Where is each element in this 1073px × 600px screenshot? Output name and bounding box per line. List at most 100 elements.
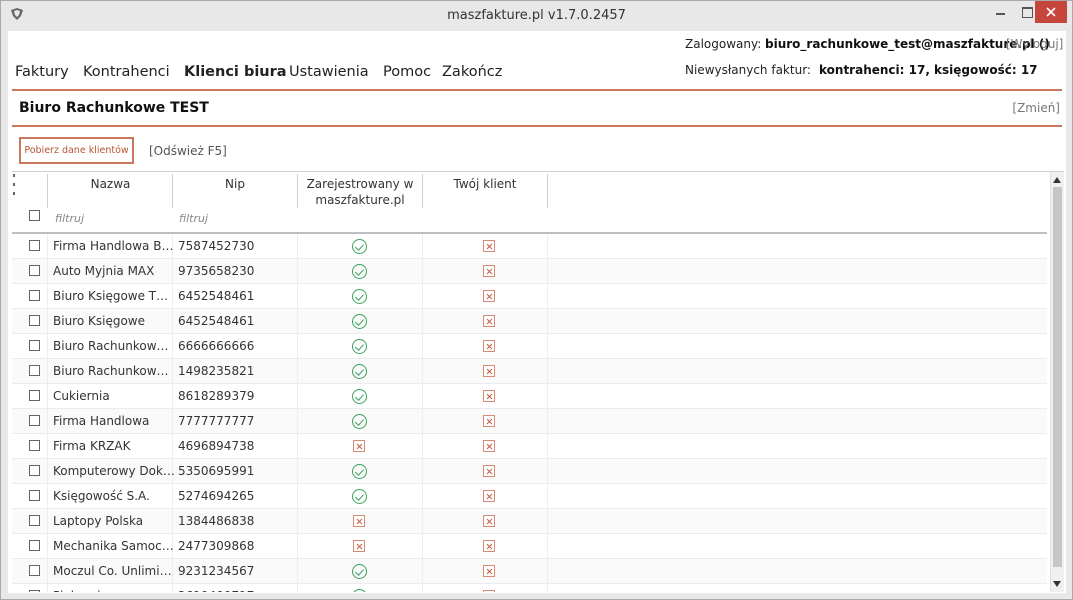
row-checkbox[interactable] bbox=[29, 265, 40, 276]
menu-item-faktury[interactable]: Faktury bbox=[15, 64, 69, 80]
row-checkbox[interactable] bbox=[29, 315, 40, 326]
table-row[interactable]: Biuro Księgowe TEST 6452548461 bbox=[12, 284, 1047, 309]
cell-separator bbox=[47, 284, 48, 309]
column-separator[interactable] bbox=[547, 174, 548, 208]
scroll-thumb[interactable] bbox=[1053, 187, 1062, 567]
cell-nip: 6452548461 bbox=[178, 314, 255, 328]
cell-separator bbox=[547, 434, 548, 459]
cell-name: Biuro Księgowe bbox=[53, 314, 145, 328]
row-checkbox[interactable] bbox=[29, 490, 40, 501]
minimize-button[interactable] bbox=[985, 1, 1015, 23]
cell-name: Auto Myjnia MAX bbox=[53, 264, 155, 278]
cell-separator bbox=[297, 584, 298, 592]
row-checkbox[interactable] bbox=[29, 390, 40, 401]
row-checkbox[interactable] bbox=[29, 340, 40, 351]
cell-name: Księgowość S.A. bbox=[53, 489, 150, 503]
column-header-name[interactable]: Nazwa bbox=[48, 176, 173, 192]
menu-item-zakoncz[interactable]: Zakończ bbox=[442, 64, 502, 80]
cell-registered bbox=[352, 539, 368, 555]
cell-nip: 9735658230 bbox=[178, 264, 255, 278]
table-row[interactable]: Biuro Rachunkowe… 6666666666 bbox=[12, 334, 1047, 359]
table-row[interactable]: Komputerowy Doktor 5350695991 bbox=[12, 459, 1047, 484]
cell-separator bbox=[297, 234, 298, 259]
cross-box-icon bbox=[353, 440, 365, 452]
menu-item-ustawienia[interactable]: Ustawienia bbox=[289, 64, 369, 80]
table-row[interactable]: Biuro Księgowe 6452548461 bbox=[12, 309, 1047, 334]
change-office-link[interactable]: [Zmień] bbox=[1012, 101, 1060, 115]
cell-separator bbox=[422, 284, 423, 309]
cell-separator bbox=[297, 509, 298, 534]
cell-separator bbox=[547, 259, 548, 284]
cell-registered bbox=[352, 564, 368, 580]
check-circle-icon bbox=[352, 314, 367, 329]
check-circle-icon bbox=[352, 464, 367, 479]
refresh-link[interactable]: [Odśwież F5] bbox=[149, 144, 227, 158]
row-checkbox[interactable] bbox=[29, 415, 40, 426]
table-row[interactable]: Cukiernia 8618289379 bbox=[12, 384, 1047, 409]
menu-item-kontrahenci[interactable]: Kontrahenci bbox=[83, 64, 170, 80]
menu-item-pomoc[interactable]: Pomoc bbox=[383, 64, 431, 80]
table-row[interactable]: Mechanika Samoch… 2477309868 bbox=[12, 534, 1047, 559]
column-header-own-client[interactable]: Twój klient bbox=[423, 176, 547, 192]
cell-separator bbox=[297, 359, 298, 384]
cell-separator bbox=[297, 459, 298, 484]
row-checkbox[interactable] bbox=[29, 440, 40, 451]
cell-nip: 7777777777 bbox=[178, 414, 255, 428]
row-checkbox[interactable] bbox=[29, 365, 40, 376]
table-row[interactable]: Firma Handlowa BE… 7587452730 bbox=[12, 234, 1047, 259]
check-circle-icon bbox=[352, 389, 367, 404]
cell-separator bbox=[547, 484, 548, 509]
cell-separator bbox=[547, 584, 548, 592]
cell-own-client bbox=[483, 515, 497, 529]
table-row[interactable]: Księgowość S.A. 5274694265 bbox=[12, 484, 1047, 509]
cell-separator bbox=[47, 584, 48, 592]
filter-nip-input[interactable]: filtruj bbox=[179, 212, 208, 225]
table-row[interactable]: Firma Handlowa 7777777777 bbox=[12, 409, 1047, 434]
table-row[interactable]: Moczul Co. Unlimited 9231234567 bbox=[12, 559, 1047, 584]
vertical-scrollbar[interactable] bbox=[1050, 172, 1064, 592]
logout-link[interactable]: [Wyloguj] bbox=[1006, 37, 1063, 51]
row-checkbox[interactable] bbox=[29, 590, 40, 592]
cell-separator bbox=[547, 334, 548, 359]
cell-separator bbox=[547, 509, 548, 534]
filter-name-input[interactable]: filtruj bbox=[55, 212, 84, 225]
row-checkbox[interactable] bbox=[29, 290, 40, 301]
cell-separator bbox=[547, 309, 548, 334]
table-row[interactable]: Auto Myjnia MAX 9735658230 bbox=[12, 259, 1047, 284]
cell-nip: 2477309868 bbox=[178, 539, 255, 553]
cell-registered bbox=[352, 414, 368, 430]
table-row[interactable]: Biuro Rachunkowe… 1498235821 bbox=[12, 359, 1047, 384]
cell-registered bbox=[352, 289, 368, 305]
cell-nip: 9231234567 bbox=[178, 564, 255, 578]
cell-own-client bbox=[483, 365, 497, 379]
grid-rows: Firma Handlowa BE… 7587452730 Auto Myjnia … bbox=[12, 234, 1047, 592]
cell-nip: 1498235821 bbox=[178, 364, 255, 378]
table-row[interactable]: Piekarnia2619400717 bbox=[12, 584, 1047, 592]
column-separator[interactable] bbox=[297, 174, 298, 208]
row-checkbox[interactable] bbox=[29, 240, 40, 251]
grip-icon[interactable] bbox=[13, 174, 16, 204]
close-button[interactable] bbox=[1035, 1, 1067, 23]
cross-box-icon bbox=[483, 365, 495, 377]
cell-name: Mechanika Samoch… bbox=[53, 539, 175, 553]
menu-item-klienci-biura[interactable]: Klienci biura bbox=[184, 64, 287, 80]
cell-separator bbox=[47, 434, 48, 459]
table-row[interactable]: Firma KRZAK 4696894738 bbox=[12, 434, 1047, 459]
row-checkbox[interactable] bbox=[29, 540, 40, 551]
cross-box-icon bbox=[483, 540, 495, 552]
fetch-clients-button[interactable]: Pobierz dane klientów bbox=[19, 137, 134, 164]
row-checkbox[interactable] bbox=[29, 515, 40, 526]
cross-box-icon bbox=[353, 540, 365, 552]
cell-separator bbox=[47, 259, 48, 284]
select-all-checkbox[interactable] bbox=[29, 210, 40, 221]
table-row[interactable]: Laptopy Polska 1384486838 bbox=[12, 509, 1047, 534]
row-checkbox[interactable] bbox=[29, 565, 40, 576]
scroll-down-icon[interactable] bbox=[1053, 581, 1061, 587]
scroll-up-icon[interactable] bbox=[1053, 177, 1061, 183]
column-header-nip[interactable]: Nip bbox=[173, 176, 297, 192]
row-checkbox[interactable] bbox=[29, 465, 40, 476]
column-header-registered[interactable]: Zarejestrowany w maszfakture.pl bbox=[302, 176, 418, 208]
cell-separator bbox=[422, 234, 423, 259]
cell-name: Moczul Co. Unlimited bbox=[53, 564, 175, 578]
header-divider bbox=[12, 89, 1062, 91]
